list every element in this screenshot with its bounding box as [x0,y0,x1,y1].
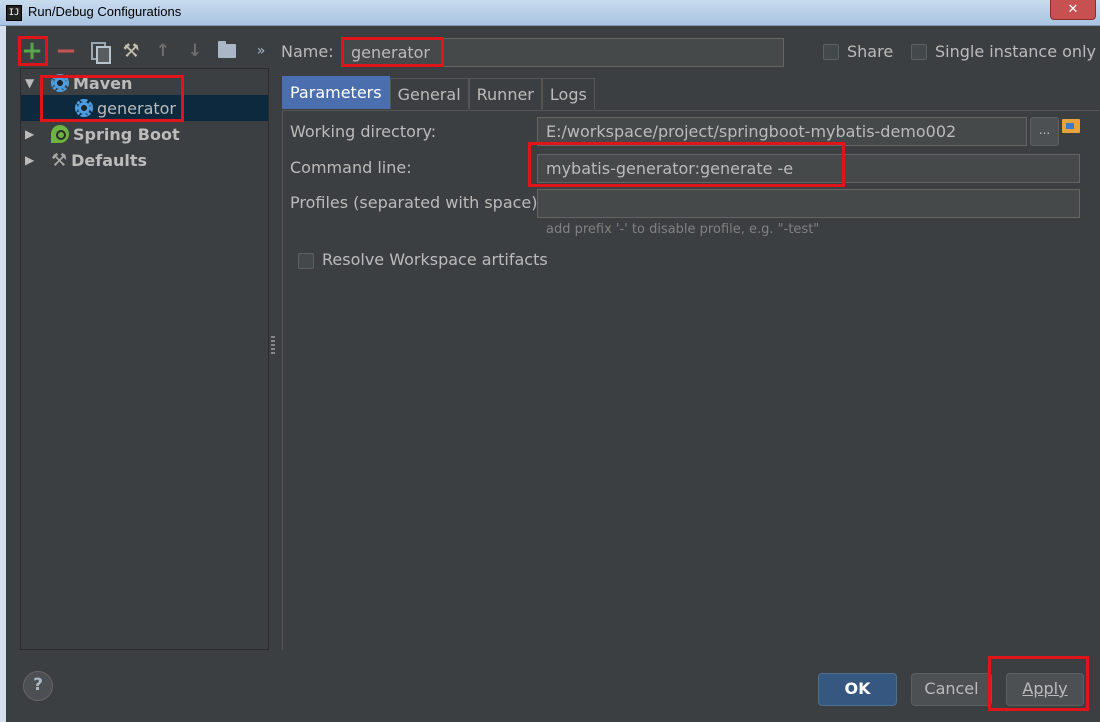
arrow-up-icon: ↑ [155,41,171,61]
spring-boot-icon [51,125,69,143]
move-up-button[interactable]: ↑ [149,36,177,66]
chevron-double-right-icon: » [256,43,266,59]
resolve-workspace-label[interactable]: Resolve Workspace artifacts [322,250,548,269]
remove-configuration-button[interactable]: − [52,36,80,66]
config-tabs: Parameters General Runner Logs [282,76,595,109]
tree-item-label: Maven [73,73,133,93]
copy-configuration-button[interactable] [85,36,113,66]
window-title: Run/Debug Configurations [28,4,182,19]
tree-item-spring-boot[interactable]: ▶ Spring Boot [21,121,268,147]
name-label: Name: [281,42,334,61]
insert-macro-icon[interactable] [1062,119,1080,133]
move-down-button[interactable]: ↓ [181,36,209,66]
profiles-input[interactable] [537,189,1080,218]
add-configuration-button[interactable]: + [18,36,46,66]
tree-item-label: generator [97,98,177,118]
more-actions-button[interactable]: » [247,36,275,66]
resolve-workspace-checkbox[interactable] [298,253,314,269]
profiles-label: Profiles (separated with space): [290,193,543,212]
browse-button[interactable]: ... [1030,117,1059,146]
tab-parameters[interactable]: Parameters [282,76,390,109]
maven-gear-icon [75,99,93,117]
expanded-arrow-icon[interactable]: ▼ [25,76,39,90]
folder-icon [218,41,236,58]
ok-button[interactable]: OK [818,673,897,706]
maven-gear-icon [51,74,69,92]
single-instance-checkbox[interactable] [911,44,927,60]
intellij-app-icon: IJ [6,5,22,21]
profiles-hint: add prefix '-' to disable profile, e.g. … [546,222,820,237]
help-button[interactable]: ? [23,671,53,701]
tree-item-defaults[interactable]: ▶ ⚒ Defaults [21,147,268,173]
collapsed-arrow-icon[interactable]: ▶ [25,127,39,141]
working-directory-input[interactable]: E:/workspace/project/springboot-mybatis-… [537,117,1027,146]
close-window-button[interactable]: ✕ [1050,0,1096,20]
share-label[interactable]: Share [847,42,893,61]
tree-item-label: Spring Boot [73,124,180,144]
command-line-input[interactable]: mybatis-generator:generate -e [537,154,1080,183]
tab-logs[interactable]: Logs [541,78,595,109]
tree-item-generator[interactable]: generator [21,95,268,121]
single-instance-label[interactable]: Single instance only [935,42,1096,61]
apply-label: Apply [1022,679,1068,698]
plus-icon: + [21,36,43,66]
tab-general[interactable]: General [389,78,469,109]
collapsed-arrow-icon[interactable]: ▶ [25,153,39,167]
title-bar: IJ Run/Debug Configurations ✕ [0,0,1100,26]
working-directory-label: Working directory: [290,122,437,141]
create-folder-button[interactable] [213,36,241,66]
name-input[interactable]: generator [342,38,784,67]
tree-item-maven[interactable]: ▼ Maven [21,70,268,96]
defaults-wrench-icon: ⚒ [51,149,68,171]
background-window-strip [0,26,6,722]
config-toolbar: + − ⚒ ↑ ↓ » [18,36,280,68]
share-checkbox[interactable] [823,44,839,60]
apply-button[interactable]: Apply [1006,673,1084,706]
tree-item-label: Defaults [71,150,148,170]
copy-icon [91,42,111,64]
panel-splitter-handle[interactable] [271,336,275,354]
cancel-button[interactable]: Cancel [911,673,992,706]
wrench-icon: ⚒ [122,40,140,62]
command-line-label: Command line: [290,158,412,177]
configuration-tree: ▼ Maven generator ▶ Spring Boot ▶ ⚒ Defa… [20,68,269,650]
edit-defaults-button[interactable]: ⚒ [117,36,145,66]
minus-icon: − [55,36,77,66]
tab-runner[interactable]: Runner [468,78,542,109]
arrow-down-icon: ↓ [187,41,203,61]
